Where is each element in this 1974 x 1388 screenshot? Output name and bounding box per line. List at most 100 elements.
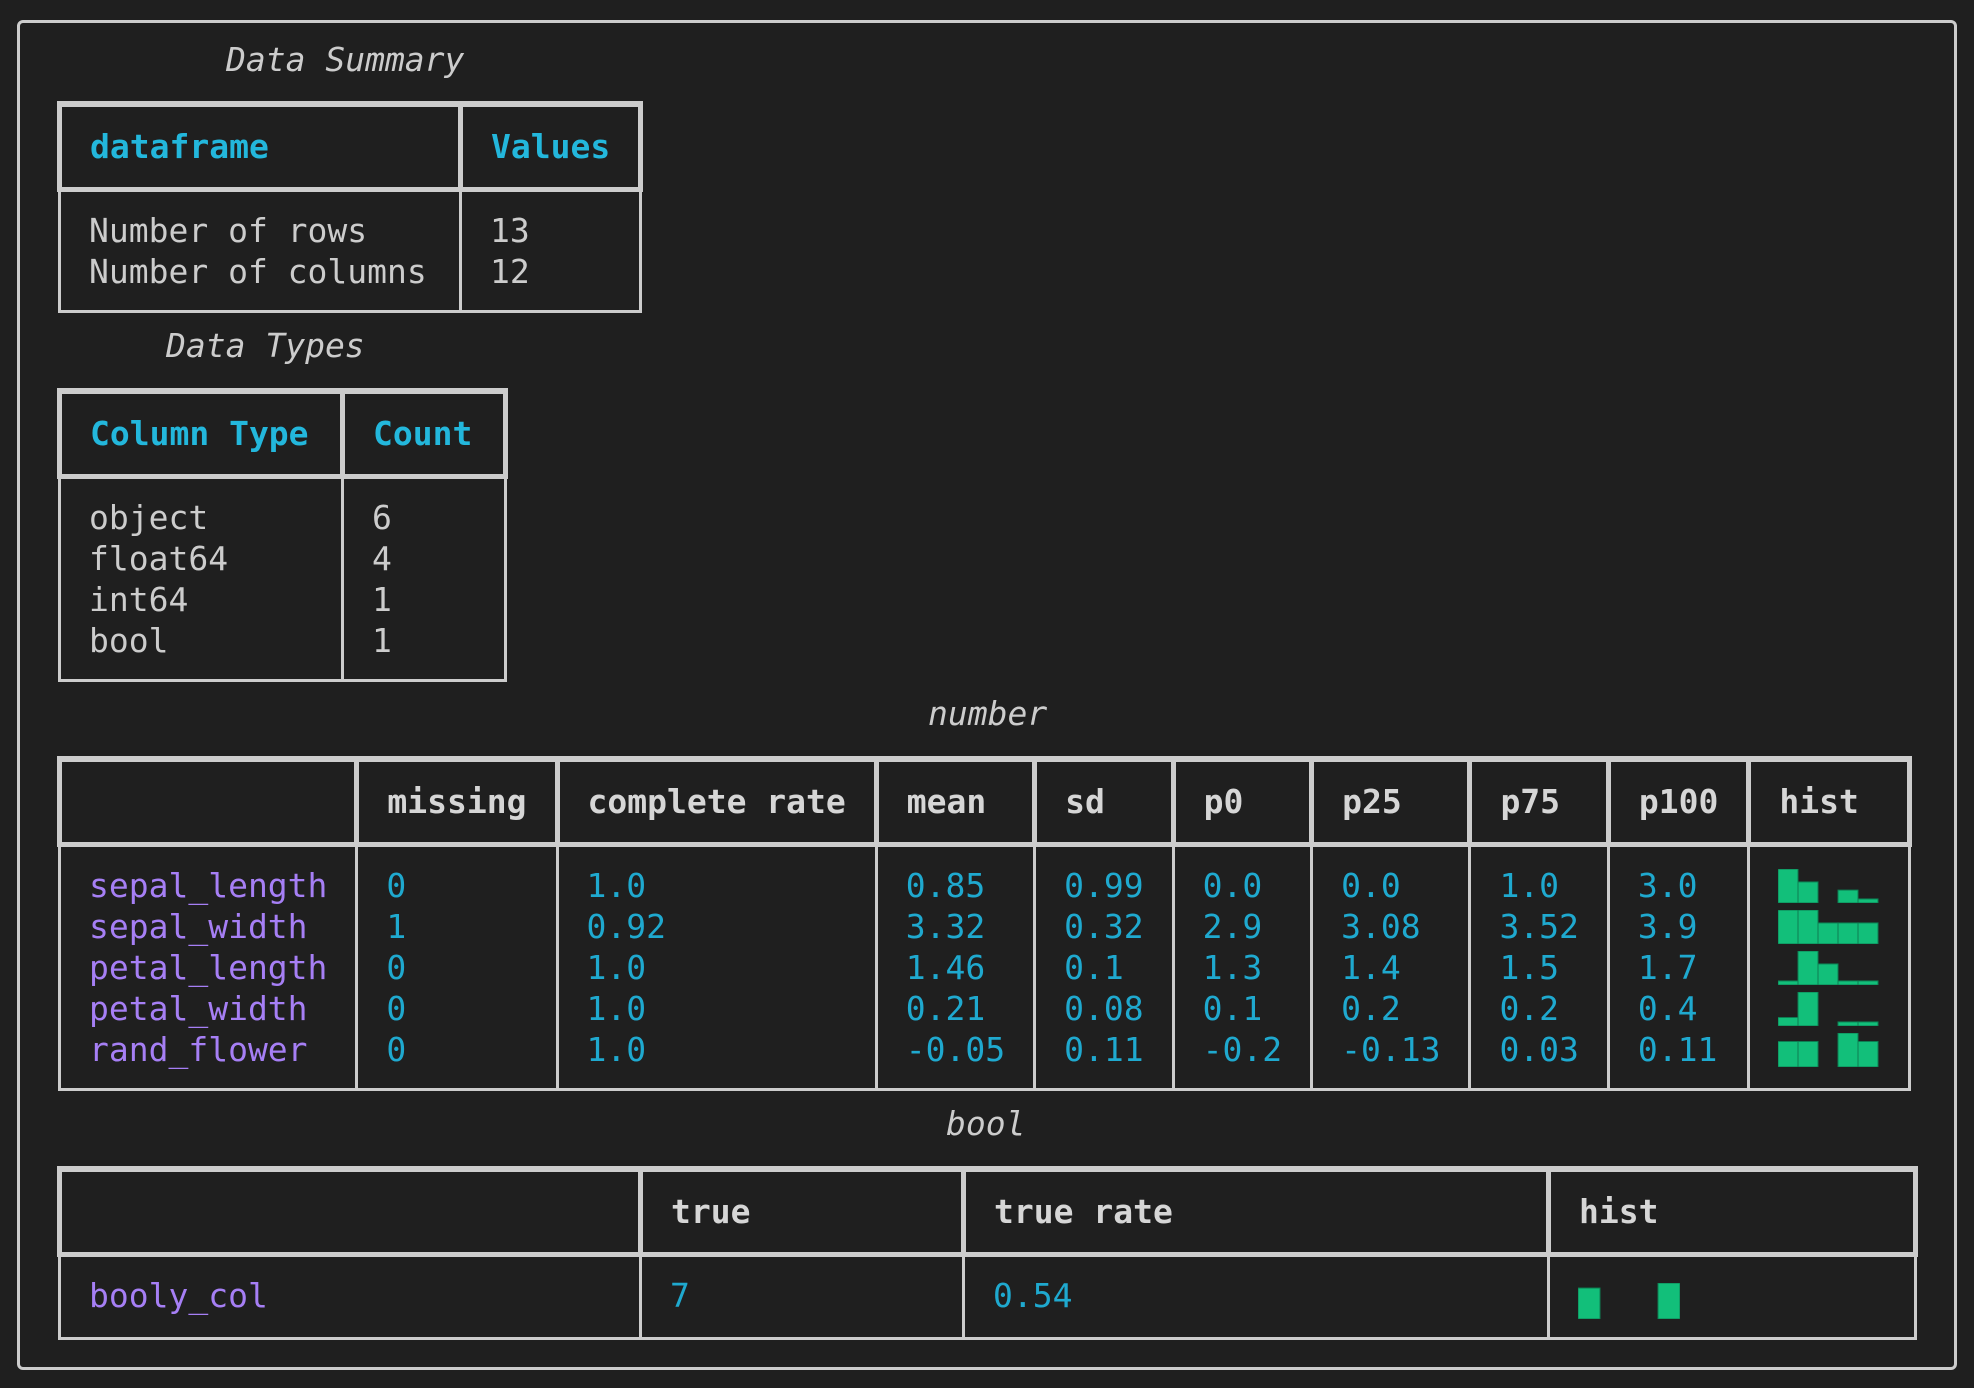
- row-label: Number of columns: [58, 251, 462, 313]
- hist-cell: [1547, 1254, 1917, 1340]
- cell-sd: 0.99: [1033, 844, 1175, 906]
- cell-p25: 3.08: [1310, 906, 1472, 947]
- col-header-count: Count: [340, 388, 508, 479]
- cell-p75: 1.5: [1468, 947, 1610, 988]
- col-header-name: [56, 756, 360, 847]
- hist-bar: [1817, 922, 1839, 944]
- col-header-p0: p0: [1170, 756, 1315, 847]
- col-header-values: Values: [457, 101, 644, 192]
- col-header-sd: sd: [1032, 756, 1176, 847]
- cell-mean: 0.21: [874, 988, 1037, 1029]
- cell-mean: 0.85: [874, 844, 1037, 906]
- hist-bar: [1837, 889, 1859, 903]
- cell-mean: 3.32: [874, 906, 1037, 947]
- col-header-dataframe: dataframe: [57, 101, 463, 192]
- cell-p25: 1.4: [1310, 947, 1472, 988]
- column-name: petal_width: [57, 988, 359, 1029]
- row-value: 13: [458, 189, 643, 251]
- cell-p100: 1.7: [1606, 947, 1751, 988]
- column-type: float64: [58, 538, 344, 579]
- cell-p100: 0.4: [1606, 988, 1751, 1029]
- cell-complete-rate: 1.0: [555, 947, 878, 988]
- hist-bar: [1778, 1041, 1799, 1067]
- data-types-table: Column Type Count object 6 float64 4 int64 1 b…: [57, 388, 508, 682]
- col-header-missing: missing: [354, 756, 560, 847]
- cell-missing: 1: [355, 906, 559, 947]
- table-row: bool 1: [58, 620, 507, 682]
- table-row: petal_length 0 1.0 1.46 0.1 1.3 1.4 1.5 1.7: [57, 947, 1912, 988]
- hist-bar: [1857, 898, 1879, 903]
- cell-true-rate: 0.54: [962, 1254, 1550, 1340]
- table-row: Number of rows 13: [58, 189, 643, 251]
- data-summary-title: Data Summary: [226, 40, 465, 79]
- cell-p0: 2.9: [1171, 906, 1314, 947]
- type-count: 6: [341, 476, 507, 538]
- number-row-histogram: [1778, 910, 1879, 944]
- number-row-histogram: [1778, 951, 1879, 985]
- hist-cell: [1747, 988, 1912, 1029]
- col-header-p100: p100: [1605, 756, 1752, 847]
- hist-bar: [1837, 1033, 1859, 1067]
- col-header-column-type: Column Type: [57, 388, 345, 479]
- hist-bar: [1837, 1021, 1859, 1026]
- number-row-histogram: [1778, 869, 1879, 903]
- cell-p75: 1.0: [1468, 844, 1610, 906]
- cell-p0: 0.0: [1171, 844, 1314, 906]
- cell-sd: 0.08: [1033, 988, 1175, 1029]
- cell-sd: 0.32: [1033, 906, 1175, 947]
- table-row: sepal_length 0 1.0 0.85 0.99 0.0 0.0 1.0 3.0: [57, 844, 1912, 906]
- hist-bar: [1857, 922, 1879, 944]
- hist-bar: [1657, 1283, 1680, 1319]
- hist-bar: [1817, 963, 1839, 985]
- data-summary-table: dataframe Values Number of rows 13 Numbe…: [57, 101, 644, 313]
- cell-sd: 0.1: [1033, 947, 1175, 988]
- type-count: 1: [341, 620, 507, 682]
- hist-bar: [1797, 951, 1819, 985]
- cell-p100: 0.11: [1606, 1029, 1751, 1091]
- hist-bar: [1857, 1041, 1879, 1067]
- cell-missing: 0: [355, 947, 559, 988]
- hist-bar: [1857, 980, 1879, 985]
- bool-row-histogram: [1578, 1283, 1680, 1319]
- column-type: int64: [58, 579, 344, 620]
- cell-p75: 0.2: [1468, 988, 1610, 1029]
- cell-p75: 3.52: [1468, 906, 1610, 947]
- row-value: 12: [458, 251, 643, 313]
- table-row: petal_width 0 1.0 0.21 0.08 0.1 0.2 0.2 0.4: [57, 988, 1912, 1029]
- cell-p100: 3.9: [1606, 906, 1751, 947]
- col-header-p75: p75: [1467, 756, 1611, 847]
- cell-mean: -0.05: [874, 1029, 1037, 1091]
- cell-complete-rate: 0.92: [555, 906, 878, 947]
- cell-p0: 1.3: [1171, 947, 1314, 988]
- number-section-title: number: [928, 694, 1048, 733]
- column-type: object: [58, 476, 344, 538]
- cell-complete-rate: 1.0: [555, 1029, 878, 1091]
- cell-complete-rate: 1.0: [555, 844, 878, 906]
- table-row: object 6: [58, 476, 507, 538]
- bool-stats-table: true true rate hist booly_col 7 0.54: [57, 1166, 1918, 1340]
- cell-mean: 1.46: [874, 947, 1037, 988]
- hist-bar: [1778, 1017, 1799, 1026]
- hist-bar: [1837, 922, 1859, 944]
- number-row-histogram: [1778, 992, 1879, 1026]
- number-row-histogram: [1778, 1033, 1879, 1067]
- col-header-mean: mean: [873, 756, 1038, 847]
- hist-bar: [1778, 869, 1799, 903]
- table-row: Number of columns 12: [58, 251, 643, 313]
- cell-true: 7: [639, 1254, 965, 1340]
- row-label: Number of rows: [58, 189, 462, 251]
- hist-bar: [1797, 1041, 1819, 1067]
- type-count: 4: [341, 538, 507, 579]
- hist-bar: [1797, 910, 1819, 944]
- col-header-hist: hist: [1746, 756, 1913, 847]
- col-header-true: true: [638, 1166, 966, 1257]
- cell-p100: 3.0: [1606, 844, 1751, 906]
- table-row: rand_flower 0 1.0 -0.05 0.11 -0.2 -0.13 0.03 0.1…: [57, 1029, 1912, 1091]
- cell-complete-rate: 1.0: [555, 988, 878, 1029]
- column-name: rand_flower: [57, 1029, 359, 1091]
- cell-p0: 0.1: [1171, 988, 1314, 1029]
- table-row: float64 4: [58, 538, 507, 579]
- hist-cell: [1747, 1029, 1912, 1091]
- number-stats-table: missing complete rate mean sd p0 p25 p75 p100 hi…: [56, 756, 1913, 1091]
- bool-section-title: bool: [946, 1104, 1026, 1143]
